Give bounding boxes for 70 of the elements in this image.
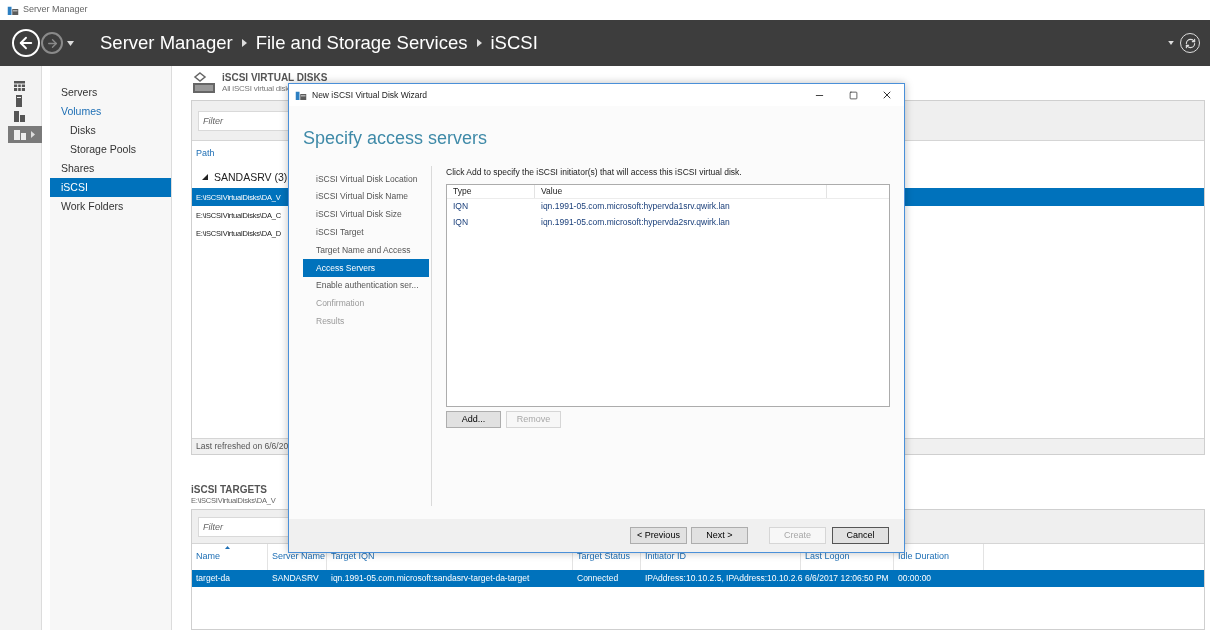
nav-item[interactable]: Shares: [50, 159, 171, 178]
section-title: iSCSI VIRTUAL DISKS: [222, 72, 328, 83]
wizard-step[interactable]: Target Name and Access: [303, 241, 429, 259]
column-header[interactable]: Initiator ID: [645, 550, 686, 564]
dashboard-icon[interactable]: [14, 81, 25, 91]
breadcrumb-item[interactable]: File and Storage Services: [255, 29, 468, 57]
window-title: Server Manager: [23, 3, 88, 17]
breadcrumb-item[interactable]: iSCSI: [490, 29, 538, 57]
collapse-icon[interactable]: [202, 174, 208, 181]
column-header[interactable]: Value: [535, 184, 827, 198]
table-cell-text: 00:00:00: [897, 572, 933, 585]
table-cell-text: IQN: [452, 200, 470, 214]
wizard-step[interactable]: Enable authentication ser...: [303, 276, 429, 295]
table-cell-text: target-da: [195, 572, 232, 585]
column-header[interactable]: Server Name: [272, 550, 325, 564]
app-icon: [295, 89, 307, 101]
table-cell-text: iqn.1991-05.com.microsoft:hypervda1srv.qwirk.lan: [540, 200, 730, 214]
table-cell-text: IQN: [452, 216, 470, 230]
caret-icon[interactable]: [1168, 41, 1174, 45]
file-storage-tab[interactable]: [8, 126, 42, 143]
table-cell-text: Connected: [576, 572, 620, 585]
status-text: Last refreshed on 6/6/20: [196, 440, 289, 453]
nav-item[interactable]: Work Folders: [50, 197, 171, 216]
wizard-step[interactable]: Access Servers: [303, 259, 429, 277]
arrow-right-icon: [45, 36, 59, 50]
group-header: SANDASRV (3): [214, 169, 288, 185]
table-cell-text: SANDASRV: [271, 572, 320, 585]
close-icon: [881, 89, 893, 101]
breadcrumb-item[interactable]: Server Manager: [100, 29, 233, 57]
wizard-step[interactable]: iSCSI Virtual Disk Name: [303, 187, 429, 206]
nav-item[interactable]: Storage Pools: [50, 140, 171, 159]
column-header[interactable]: Idle Duration: [898, 550, 950, 564]
caret-icon[interactable]: [67, 40, 74, 46]
separator-icon: [241, 39, 247, 47]
refresh-icon: [1184, 37, 1196, 49]
table-cell-text: 6/6/2017 12:06:50 PM: [804, 572, 890, 585]
separator-icon: [476, 39, 482, 47]
sort-icon: [225, 546, 230, 549]
dialog-button[interactable]: Next >: [691, 527, 748, 544]
dialog-button[interactable]: Add...: [446, 410, 501, 428]
column-header[interactable]: Target IQN: [331, 550, 375, 564]
dialog-button[interactable]: Cancel: [832, 527, 889, 544]
column-header[interactable]: Name: [196, 550, 220, 564]
disk-icon: [192, 72, 216, 94]
table-cell-text: IPAddress:10.10.2.5, IPAddress:10.10.2.6: [644, 572, 801, 585]
dialog-button[interactable]: < Previous: [630, 527, 687, 544]
wizard-heading: Specify access servers: [303, 127, 489, 150]
nav-item[interactable]: Disks: [50, 121, 171, 140]
nav-item[interactable]: Servers: [50, 83, 171, 102]
table-row[interactable]: target-da SANDASRV iqn.1991-05.com.microsoft:sandasrv-target-da-target Connected IPAddress:10.10.2.5, IPAddress:10.10.2.6 6/6/2017 12:06:50 PM 00:00:00: [192, 570, 1204, 587]
dialog-title: New iSCSI Virtual Disk Wizard: [312, 88, 428, 102]
server-icon[interactable]: [16, 95, 22, 107]
app-icon: [7, 4, 19, 16]
column-header[interactable]: Last Logon: [805, 550, 850, 564]
wizard-step[interactable]: iSCSI Virtual Disk Location: [303, 170, 429, 188]
column-header[interactable]: Type: [447, 184, 535, 198]
wizard-step[interactable]: iSCSI Target: [303, 223, 429, 242]
storage-icon: [14, 129, 26, 140]
table-cell-text: iqn.1991-05.com.microsoft:hypervda2srv.qwirk.lan: [540, 216, 730, 230]
nav-item[interactable]: iSCSI: [50, 178, 171, 197]
column-header[interactable]: Target Status: [577, 550, 631, 564]
servers-icon[interactable]: [14, 111, 25, 122]
section-title: iSCSI TARGETS: [191, 484, 268, 495]
instruction-text: Click Add to specify the iSCSI initiator(s) that will access this iSCSI virtual disk.: [446, 166, 743, 179]
expand-icon: [31, 131, 35, 138]
back-button[interactable]: [12, 29, 40, 57]
wizard-step[interactable]: iSCSI Virtual Disk Size: [303, 205, 429, 224]
maximize-icon: [848, 90, 858, 100]
nav-item[interactable]: Volumes: [50, 102, 171, 121]
table-cell-text: iqn.1991-05.com.microsoft:sandasrv-target-da-target: [330, 572, 531, 585]
